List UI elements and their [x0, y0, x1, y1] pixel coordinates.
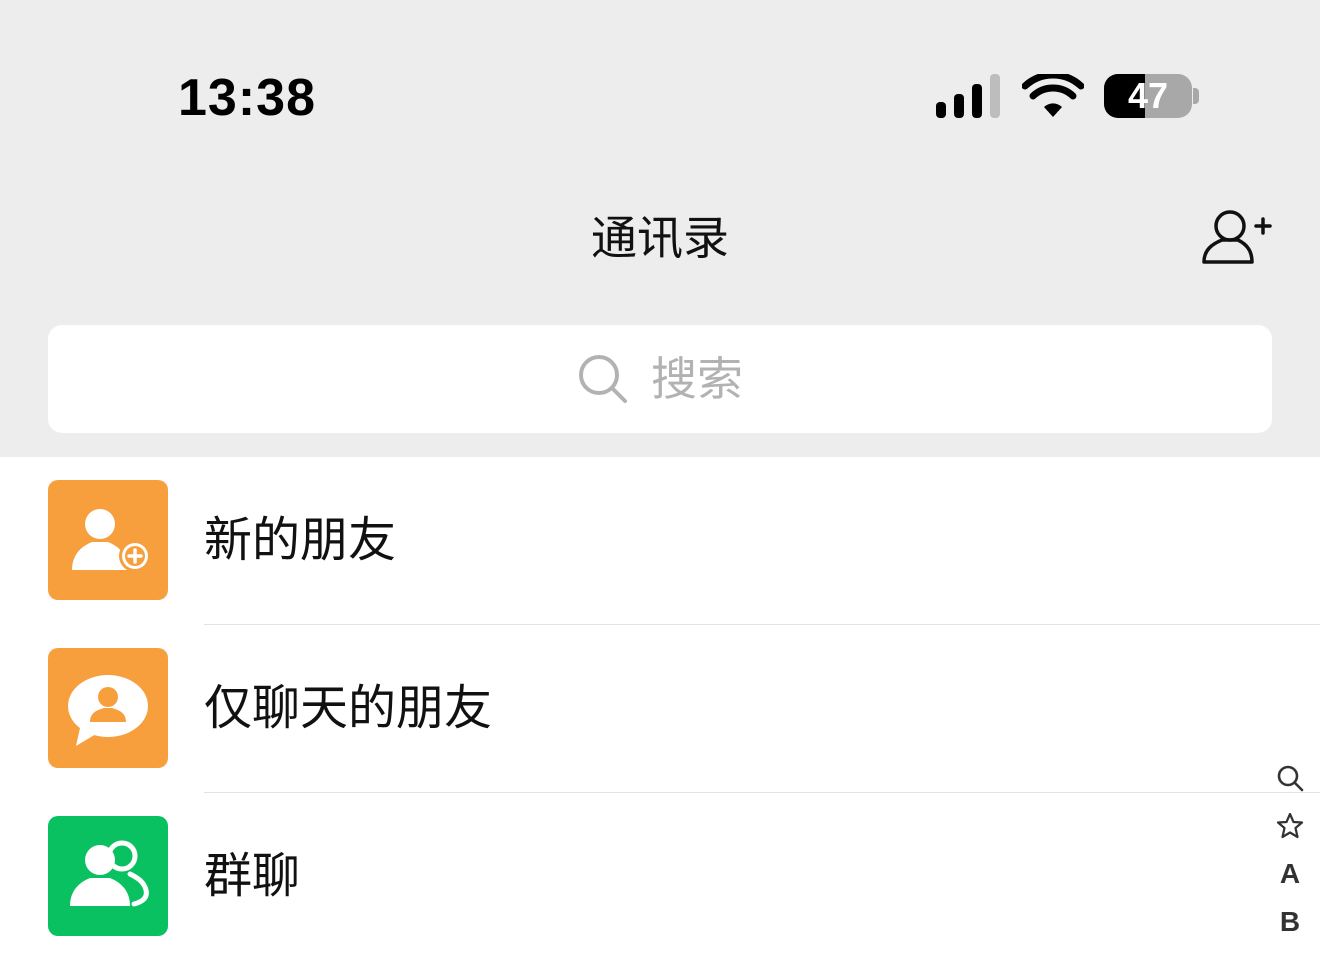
battery-icon: 47: [1104, 74, 1192, 118]
add-contact-icon[interactable]: [1200, 206, 1272, 266]
menu-item-chat-only-friends[interactable]: 仅聊天的朋友: [0, 624, 1260, 792]
index-bar: A B: [1262, 756, 1318, 944]
chat-only-friend-icon: [48, 648, 168, 768]
header-area: 13:38 47 通讯录 搜索: [0, 0, 1320, 457]
search-icon: [579, 355, 627, 403]
battery-level: 47: [1127, 75, 1169, 116]
index-letter-a[interactable]: A: [1262, 852, 1318, 896]
index-letter-b[interactable]: B: [1262, 900, 1318, 944]
cellular-signal-icon: [936, 74, 1004, 120]
menu-item-label: 仅聊天的朋友: [204, 680, 493, 736]
status-time: 13:38: [178, 69, 316, 127]
menu-item-label: 群聊: [204, 848, 301, 904]
new-friend-icon: [48, 480, 168, 600]
menu-item-group-chats[interactable]: 群聊: [0, 792, 1260, 960]
search-bar[interactable]: 搜索: [48, 325, 1272, 433]
index-star-icon[interactable]: [1262, 804, 1318, 848]
group-chat-icon: [48, 816, 168, 936]
index-search-icon[interactable]: [1262, 756, 1318, 800]
menu-item-new-friends[interactable]: 新的朋友: [0, 456, 1260, 624]
menu-item-label: 新的朋友: [204, 512, 397, 568]
battery-cap: [1193, 88, 1199, 104]
search-placeholder: 搜索: [651, 352, 743, 406]
page-title: 通讯录: [591, 211, 729, 265]
wifi-icon: [1022, 74, 1084, 117]
